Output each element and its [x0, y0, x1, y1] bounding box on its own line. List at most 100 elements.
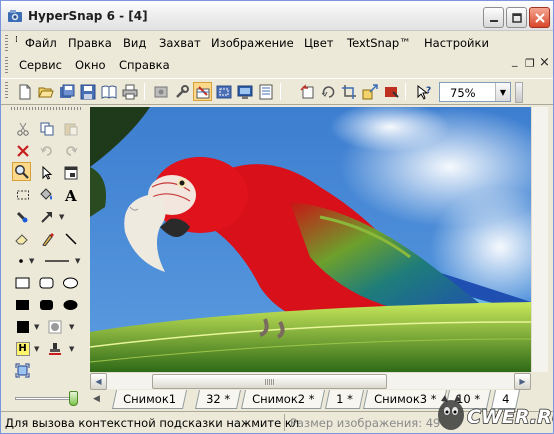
- ellipse-tool[interactable]: [61, 273, 80, 292]
- maximize-icon: [511, 12, 522, 23]
- zoom-select[interactable]: 75% ▼: [439, 82, 511, 102]
- filled-rounded-rect-tool[interactable]: [37, 295, 56, 314]
- filled-rect-tool[interactable]: [13, 295, 32, 314]
- highlight-dropdown-icon[interactable]: ▼: [34, 345, 39, 353]
- menu-textsnap[interactable]: TextSnap™: [347, 36, 411, 50]
- fit-view-tool[interactable]: [13, 361, 32, 380]
- horizontal-scroll-thumb[interactable]: [152, 374, 387, 389]
- slider-thumb[interactable]: [69, 391, 78, 406]
- menubar-grip-2[interactable]: [5, 57, 8, 73]
- book-button[interactable]: [99, 82, 118, 101]
- scroll-right-button[interactable]: ▶: [514, 373, 531, 390]
- close-button[interactable]: [529, 7, 550, 28]
- rounded-rect-tool[interactable]: [37, 273, 56, 292]
- stamp-red-tool[interactable]: [45, 339, 64, 358]
- palette-grip[interactable]: [11, 107, 81, 110]
- open-button[interactable]: [36, 82, 55, 101]
- tab-32[interactable]: 32 *: [194, 390, 242, 409]
- scroll-left-button[interactable]: ◀: [90, 373, 107, 390]
- menu-file[interactable]: Файл: [25, 36, 57, 50]
- settings-button[interactable]: [172, 82, 191, 101]
- point-size-dropdown-icon[interactable]: ▼: [29, 257, 34, 265]
- undo-tool[interactable]: [37, 141, 56, 160]
- background-color-dropdown-icon[interactable]: ▼: [69, 323, 74, 331]
- horizontal-scrollbar[interactable]: ◀ ▶: [90, 372, 531, 390]
- menu-window[interactable]: Окно: [75, 58, 106, 72]
- text-icon: A: [64, 188, 77, 202]
- tab-snapshot-1[interactable]: Снимок1: [111, 390, 188, 409]
- menu-capture[interactable]: Захват: [159, 36, 201, 50]
- menu-edit[interactable]: Правка: [68, 36, 112, 50]
- menu-color[interactable]: Цвет: [304, 36, 333, 50]
- maximize-button[interactable]: [506, 7, 527, 28]
- menu-view[interactable]: Вид: [123, 36, 146, 50]
- arrow-style-dropdown-icon[interactable]: ▼: [59, 213, 64, 221]
- ellipse-icon: [62, 277, 78, 288]
- mdi-restore-button[interactable]: ❐: [525, 57, 535, 70]
- color-gray-tool[interactable]: [45, 317, 64, 336]
- pen-tool[interactable]: [37, 229, 56, 248]
- mdi-close-button[interactable]: ×: [539, 55, 550, 70]
- fill-tool[interactable]: [37, 185, 56, 204]
- point-tool[interactable]: [11, 251, 30, 270]
- cut-tool[interactable]: [13, 119, 32, 138]
- line-tool[interactable]: [61, 229, 80, 248]
- resize-button[interactable]: [360, 82, 379, 101]
- pointer-tool[interactable]: [37, 163, 56, 182]
- redo-capture-button[interactable]: [318, 82, 337, 101]
- crop-button[interactable]: [339, 82, 358, 101]
- opacity-slider[interactable]: [15, 391, 78, 406]
- help-pointer-button[interactable]: ?: [414, 82, 433, 101]
- rect-tool[interactable]: [13, 273, 32, 292]
- new-button[interactable]: [15, 82, 34, 101]
- eraser-tool[interactable]: [13, 229, 32, 248]
- menubar-row-2: Сервис Окно Справка _ ❐ ×: [1, 54, 553, 76]
- vertical-scrollbar[interactable]: [531, 107, 548, 372]
- menu-settings[interactable]: Настройки: [424, 36, 489, 50]
- menubar-grip[interactable]: [5, 35, 8, 51]
- mdi-minimize-button[interactable]: _: [512, 54, 518, 67]
- save-all-button[interactable]: [57, 82, 76, 101]
- window-tool[interactable]: [61, 163, 80, 182]
- tab-1[interactable]: 1 *: [324, 390, 364, 409]
- menu-service[interactable]: Сервис: [19, 58, 62, 72]
- redo-tool[interactable]: [61, 141, 80, 160]
- delete-tool[interactable]: [13, 141, 32, 160]
- line-style-dropdown-icon[interactable]: ▼: [75, 257, 80, 265]
- capture-window-button[interactable]: [151, 82, 170, 101]
- arrow-tool[interactable]: [37, 207, 56, 226]
- title-bar[interactable]: HyperSnap 6 - [4]: [1, 1, 553, 31]
- line-style-tool[interactable]: [41, 251, 75, 270]
- menu-help[interactable]: Справка: [119, 58, 170, 72]
- resize-icon: [362, 83, 378, 99]
- paste-tool[interactable]: [61, 119, 80, 138]
- highlight-h-tool[interactable]: H: [13, 339, 32, 358]
- save-button[interactable]: [78, 82, 97, 101]
- capture-scroll-button[interactable]: [256, 82, 275, 101]
- zoom-tool[interactable]: [12, 162, 31, 181]
- tab-scroll-left-icon[interactable]: ◀: [93, 394, 100, 404]
- arrow-tool-icon: [40, 211, 52, 223]
- foreground-color-dropdown-icon[interactable]: ▼: [34, 323, 39, 331]
- capture-screen-button[interactable]: [235, 82, 254, 101]
- capture-region-button[interactable]: [214, 82, 233, 101]
- toolbar-overflow-button[interactable]: [515, 82, 523, 103]
- menu-image[interactable]: Изображение: [211, 36, 294, 50]
- undo-capture-button[interactable]: [297, 82, 316, 101]
- filled-ellipse-tool[interactable]: [61, 295, 80, 314]
- select-rect-tool[interactable]: [13, 185, 32, 204]
- hand-snap-button[interactable]: [193, 82, 212, 101]
- text-tool[interactable]: A: [61, 185, 80, 204]
- stamp-tool[interactable]: [13, 207, 32, 226]
- highlight-button[interactable]: [381, 82, 400, 101]
- redo-icon: [65, 145, 77, 156]
- tab-snapshot-2[interactable]: Снимок2 *: [240, 390, 326, 409]
- copy-tool[interactable]: [37, 119, 56, 138]
- toolbar-grip[interactable]: [5, 82, 8, 98]
- print-button[interactable]: [120, 82, 139, 101]
- image-canvas[interactable]: [90, 107, 531, 372]
- color-black-tool[interactable]: [13, 317, 32, 336]
- minimize-button[interactable]: [483, 7, 504, 28]
- stamp-dropdown-icon[interactable]: ▼: [69, 345, 74, 353]
- chevron-down-icon[interactable]: ▼: [495, 83, 510, 101]
